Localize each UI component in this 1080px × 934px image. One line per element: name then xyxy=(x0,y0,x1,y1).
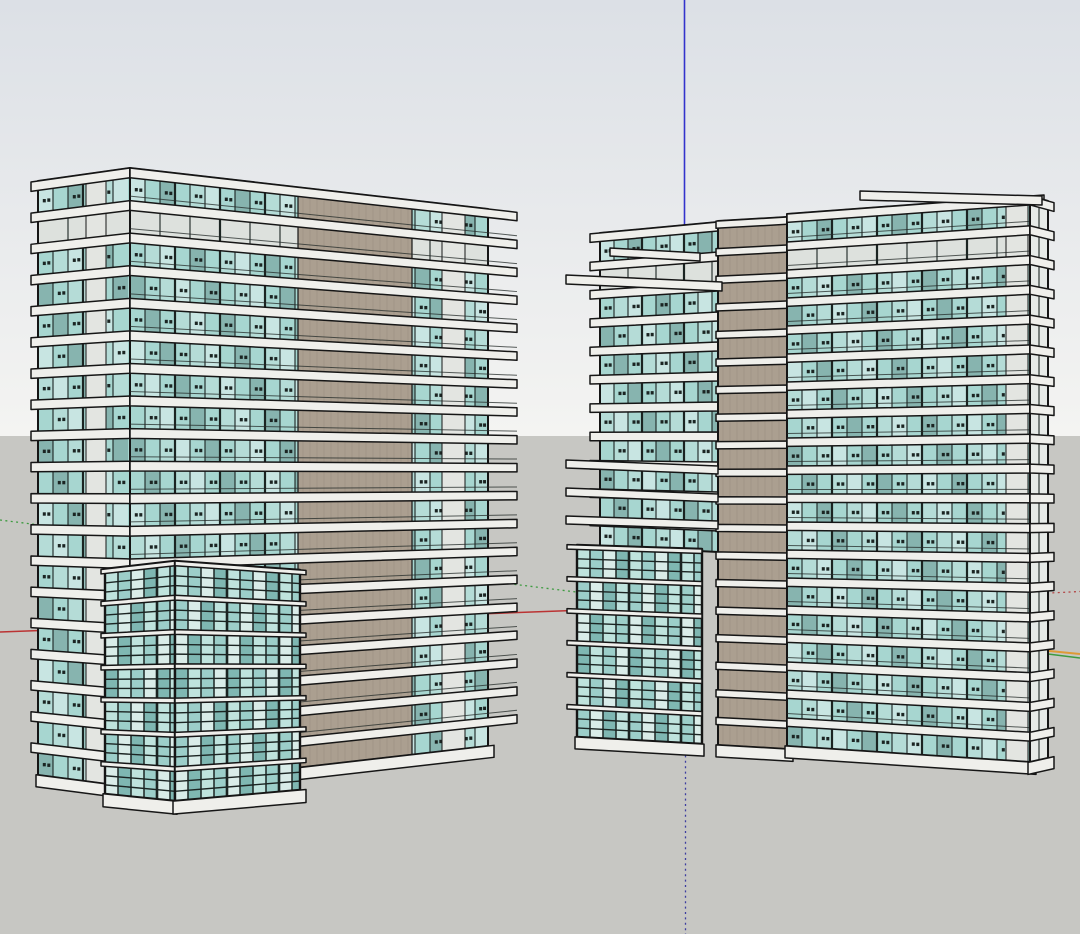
3d-viewport[interactable] xyxy=(0,0,1080,934)
building-right-model[interactable] xyxy=(566,191,1054,774)
building-left-model[interactable] xyxy=(31,168,517,814)
viewport-canvas[interactable] xyxy=(0,0,1080,934)
